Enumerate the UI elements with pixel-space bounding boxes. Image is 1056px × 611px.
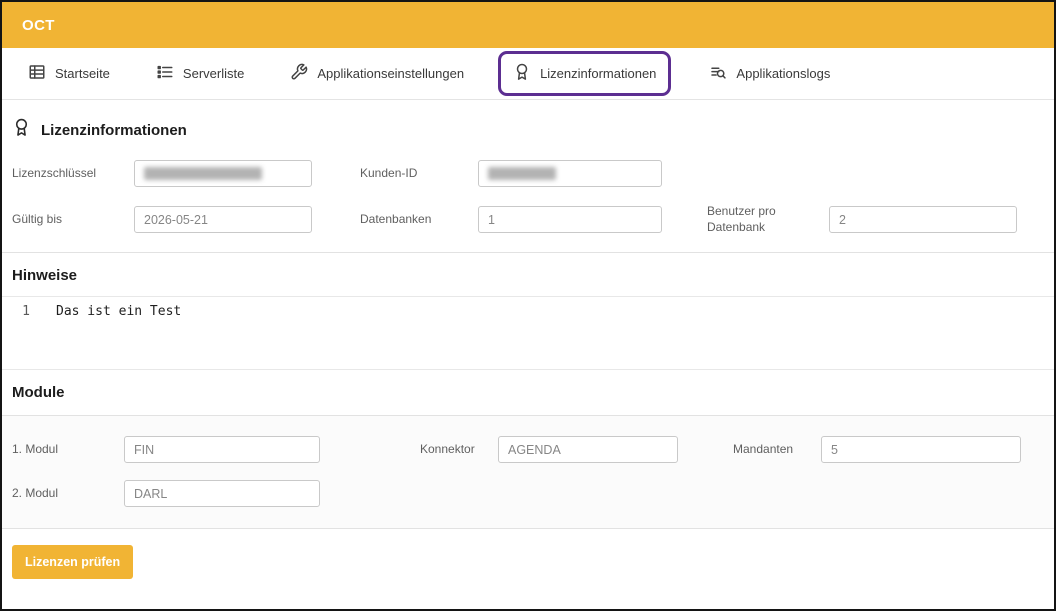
app-title: OCT — [22, 17, 55, 34]
gueltig-bis-input[interactable]: 2026-05-21 — [134, 206, 312, 233]
main-content: Lizenzinformationen Lizenzschlüssel Kund… — [2, 100, 1054, 595]
log-search-icon — [709, 63, 727, 84]
tab-lizenzinformationen[interactable]: Lizenzinformationen — [498, 51, 671, 96]
module-row-1: 1. Modul FIN Konnektor AGENDA Mandanten … — [12, 436, 1044, 463]
redacted-value — [144, 167, 262, 180]
modul1-label: 1. Modul — [12, 442, 124, 458]
tab-label: Serverliste — [183, 66, 244, 81]
license-section-header: Lizenzinformationen — [2, 100, 1054, 154]
kunden-id-input[interactable] — [478, 160, 662, 187]
modul1-input[interactable]: FIN — [124, 436, 320, 463]
lizenzschluessel-input[interactable] — [134, 160, 312, 187]
module-section-title: Module — [2, 370, 1054, 413]
license-row-2: Gültig bis 2026-05-21 Datenbanken 1 Benu… — [12, 204, 1044, 235]
tab-applikationslogs[interactable]: Applikationslogs — [697, 54, 842, 93]
redacted-value — [488, 167, 556, 180]
nav-tabs: Startseite Serverliste Applikationseinst… — [2, 48, 1054, 100]
award-icon — [12, 118, 31, 142]
license-row-1: Lizenzschlüssel Kunden-ID — [12, 160, 1044, 187]
modul2-input[interactable]: DARL — [124, 480, 320, 507]
award-icon — [513, 63, 531, 84]
hinweise-section-title: Hinweise — [2, 253, 1054, 296]
benutzer-pro-datenbank-label: Benutzer pro Datenbank — [707, 204, 829, 235]
lizenzschluessel-label: Lizenzschlüssel — [12, 166, 134, 182]
tab-label: Applikationseinstellungen — [317, 66, 464, 81]
tab-label: Lizenzinformationen — [540, 66, 656, 81]
hinweise-editor[interactable]: 1 Das ist ein Test — [2, 296, 1054, 370]
tab-serverliste[interactable]: Serverliste — [144, 54, 256, 93]
konnektor-input[interactable]: AGENDA — [498, 436, 678, 463]
tab-label: Applikationslogs — [736, 66, 830, 81]
kunden-id-label: Kunden-ID — [360, 166, 478, 182]
check-licenses-button[interactable]: Lizenzen prüfen — [12, 545, 133, 579]
list-icon — [156, 63, 174, 84]
gueltig-bis-label: Gültig bis — [12, 212, 134, 228]
mandanten-input[interactable]: 5 — [821, 436, 1021, 463]
tab-applikationseinstellungen[interactable]: Applikationseinstellungen — [278, 54, 476, 93]
license-section-title: Lizenzinformationen — [41, 122, 187, 139]
mandanten-label: Mandanten — [733, 442, 821, 458]
wrench-icon — [290, 63, 308, 84]
benutzer-pro-datenbank-input[interactable]: 2 — [829, 206, 1017, 233]
title-bar: OCT — [2, 2, 1054, 48]
tab-startseite[interactable]: Startseite — [16, 54, 122, 93]
tab-label: Startseite — [55, 66, 110, 81]
modul2-label: 2. Modul — [12, 486, 124, 502]
datenbanken-label: Datenbanken — [360, 212, 478, 228]
line-number: 1 — [2, 304, 42, 319]
module-row-2: 2. Modul DARL — [12, 480, 1044, 507]
app-window: OCT Startseite Serverliste Applikationse… — [0, 0, 1056, 611]
datenbanken-input[interactable]: 1 — [478, 206, 662, 233]
license-form: Lizenzschlüssel Kunden-ID Gültig bis 202… — [2, 154, 1054, 235]
konnektor-label: Konnektor — [420, 442, 498, 458]
hinweise-text: Das ist ein Test — [42, 304, 181, 319]
actions-bar: Lizenzen prüfen — [2, 529, 1054, 595]
table-icon — [28, 63, 46, 84]
module-form: 1. Modul FIN Konnektor AGENDA Mandanten … — [2, 415, 1054, 529]
